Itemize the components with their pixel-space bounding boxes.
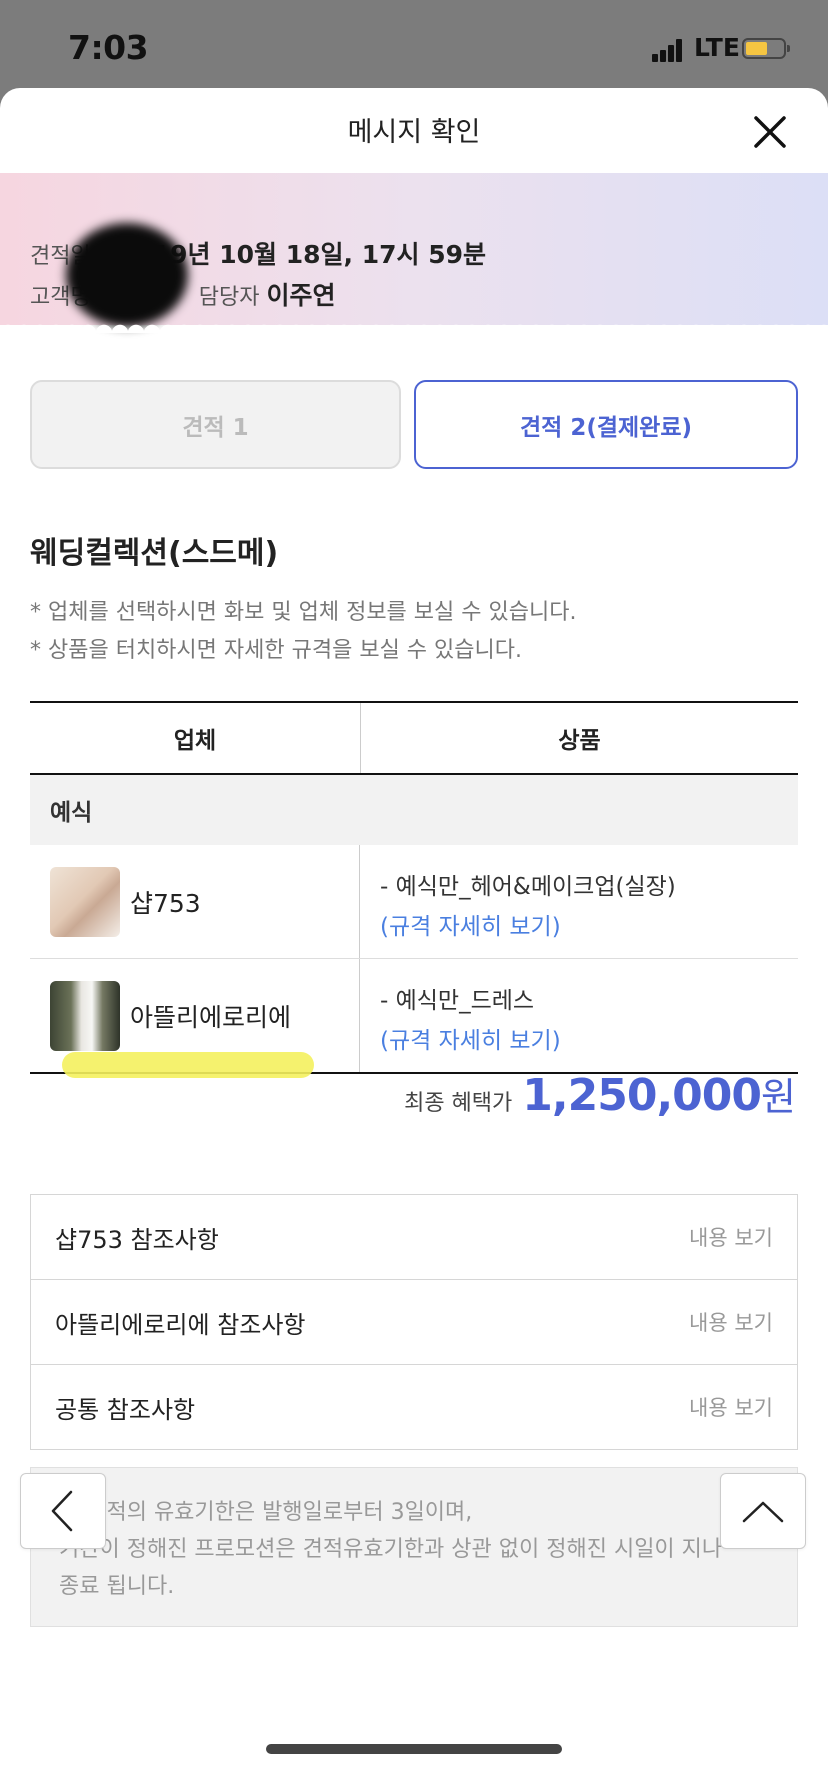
- message-sheet: 메시지 확인 견적일시 2019년 10월 18일, 17시 59분 고객명 조…: [0, 88, 828, 1792]
- vendor-name: 샵753: [130, 888, 201, 918]
- scroll-top-button[interactable]: [720, 1473, 806, 1549]
- validity-line: 종료 됩니다.: [59, 1574, 175, 1599]
- close-icon: [754, 116, 786, 148]
- status-bar: 7:03 LTE: [0, 0, 828, 88]
- validity-line: 기간이 정해진 프로모션은 견적유효기한과 상관 없이 정해진 시일이 지나: [59, 1537, 723, 1562]
- final-price-value: 1,250,000: [522, 1070, 762, 1121]
- product-name: - 예식만_헤어&메이크업(실장): [380, 874, 676, 900]
- reference-label: 공통 참조사항: [55, 1395, 196, 1424]
- product-cell[interactable]: - 예식만_헤어&메이크업(실장) (규격 자세히 보기): [360, 845, 798, 958]
- quote-info-banner: 견적일시 2019년 10월 18일, 17시 59분 고객명 조 담당자 이주…: [0, 173, 828, 333]
- table-row: 아뜰리에로리에 - 예식만_드레스 (규격 자세히 보기): [30, 959, 798, 1078]
- network-label: LTE: [694, 33, 740, 62]
- column-header-product: 상품: [558, 728, 601, 754]
- tab-quote-1[interactable]: 견적 1: [30, 380, 401, 469]
- category-row: 예식: [30, 775, 798, 845]
- column-header-vendor: 업체: [30, 703, 361, 773]
- reference-list: 샵753 참조사항 내용 보기 아뜰리에로리에 참조사항 내용 보기 공통 참조…: [30, 1194, 798, 1450]
- product-cell[interactable]: - 예식만_드레스 (규격 자세히 보기): [360, 959, 798, 1072]
- battery-icon: [742, 38, 790, 59]
- vendor-cell[interactable]: 샵753: [30, 845, 360, 958]
- chevron-left-icon: [51, 1490, 73, 1532]
- manager-value: 이주연: [266, 281, 336, 310]
- quote-table: 업체 상품 예식 샵753 - 예식만_헤어&메이크업(실장) (규격 자세히 …: [30, 701, 798, 1078]
- final-price-unit: 원: [761, 1075, 796, 1119]
- redaction-mark: [66, 223, 188, 327]
- chevron-up-icon: [742, 1501, 784, 1523]
- vendor-thumbnail: [50, 866, 120, 937]
- view-content-link[interactable]: 내용 보기: [689, 1222, 773, 1252]
- view-content-link[interactable]: 내용 보기: [689, 1392, 773, 1422]
- vendor-cell[interactable]: 아뜰리에로리에: [30, 959, 360, 1072]
- spec-detail-link[interactable]: (규격 자세히 보기): [380, 907, 798, 941]
- table-row: 샵753 - 예식만_헤어&메이크업(실장) (규격 자세히 보기): [30, 845, 798, 959]
- reference-item[interactable]: 공통 참조사항 내용 보기: [31, 1365, 797, 1449]
- reference-item[interactable]: 아뜰리에로리에 참조사항 내용 보기: [31, 1280, 797, 1365]
- sheet-title: 메시지 확인: [347, 117, 481, 148]
- reference-label: 아뜰리에로리에 참조사항: [55, 1310, 306, 1339]
- back-button[interactable]: [20, 1473, 106, 1549]
- validity-line: 본 견적의 유효기한은 발행일로부터 3일이며,: [59, 1500, 473, 1525]
- status-time: 7:03: [68, 28, 149, 67]
- home-indicator: [266, 1744, 562, 1754]
- info-note: * 상품을 터치하시면 자세한 규격을 보실 수 있습니다.: [30, 638, 522, 663]
- table-header-row: 업체 상품: [30, 701, 798, 775]
- close-button[interactable]: [746, 108, 794, 156]
- info-note: * 업체를 선택하시면 화보 및 업체 정보를 보실 수 있습니다.: [30, 600, 577, 625]
- reference-item[interactable]: 샵753 참조사항 내용 보기: [31, 1195, 797, 1280]
- validity-notice: 본 견적의 유효기한은 발행일로부터 3일이며, 기간이 정해진 프로모션은 견…: [30, 1467, 798, 1627]
- section-title: 웨딩컬렉션(스드메): [30, 536, 279, 571]
- spec-detail-link[interactable]: (규격 자세히 보기): [380, 1021, 798, 1055]
- vendor-thumbnail: [50, 980, 120, 1051]
- tab-quote-2[interactable]: 견적 2(결제완료): [414, 380, 798, 469]
- reference-label: 샵753 참조사항: [55, 1225, 219, 1254]
- final-price-label: 최종 혜택가: [404, 1091, 513, 1116]
- vendor-name: 아뜰리에로리에: [130, 1002, 292, 1032]
- view-content-link[interactable]: 내용 보기: [689, 1307, 773, 1337]
- scalloped-edge: [0, 317, 828, 333]
- final-price: 최종 혜택가 1,250,000 원: [404, 1066, 796, 1121]
- manager-label: 담당자: [198, 285, 260, 310]
- sheet-header: 메시지 확인: [0, 88, 828, 173]
- cellular-signal-icon: [652, 38, 684, 62]
- product-name: - 예식만_드레스: [380, 988, 535, 1014]
